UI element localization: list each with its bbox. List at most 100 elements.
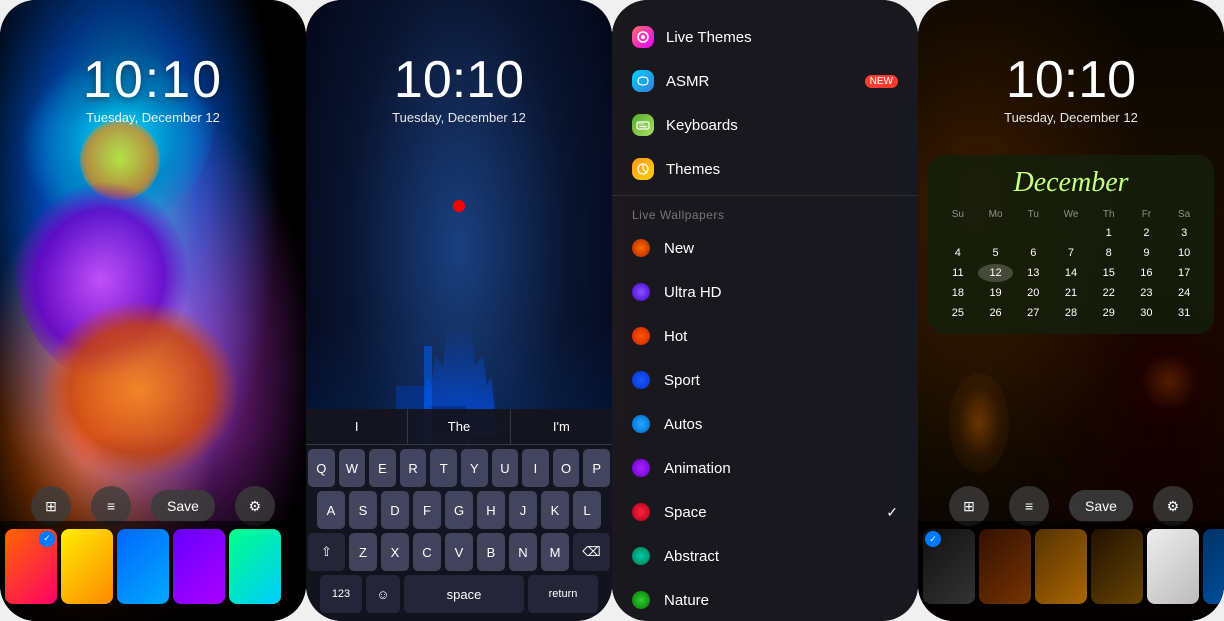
menu-item-animation[interactable]: Animation — [612, 446, 918, 490]
menu-item-autos[interactable]: Autos — [612, 402, 918, 446]
key-u[interactable]: U — [492, 449, 519, 487]
key-a[interactable]: A — [317, 491, 345, 529]
phone1-controls: ⊞ ≡ Save ⚙ — [0, 486, 306, 526]
key-n[interactable]: N — [509, 533, 537, 571]
key-t[interactable]: T — [430, 449, 457, 487]
gear-button-4[interactable]: ⚙ — [1153, 486, 1193, 526]
cal-cell-14: 14 — [1053, 264, 1089, 282]
cal-cell-12: 12 — [978, 264, 1014, 282]
key-o[interactable]: O — [553, 449, 580, 487]
menu-item-new[interactable]: New — [612, 226, 918, 270]
menu-item-keyboards[interactable]: Keyboards — [612, 103, 918, 147]
menu-item-abstract[interactable]: Abstract — [612, 534, 918, 578]
thumb-4[interactable] — [173, 529, 225, 604]
thumb-1[interactable]: ✓ — [5, 529, 57, 604]
key-s[interactable]: S — [349, 491, 377, 529]
key-j[interactable]: J — [509, 491, 537, 529]
grid-button-4[interactable]: ⊞ — [949, 486, 989, 526]
key-emoji[interactable]: ☺ — [366, 575, 400, 613]
key-h[interactable]: H — [477, 491, 505, 529]
keyboard: I The I'm Q W E R T Y U I O P A S D F — [306, 409, 612, 621]
key-w[interactable]: W — [339, 449, 366, 487]
save-button[interactable]: Save — [151, 490, 215, 522]
sport-label: Sport — [664, 372, 898, 389]
key-123[interactable]: 123 — [320, 575, 362, 613]
key-d[interactable]: D — [381, 491, 409, 529]
key-k[interactable]: K — [541, 491, 569, 529]
cal-cell-27: 27 — [1015, 304, 1051, 322]
ultrahd-label: Ultra HD — [664, 284, 898, 301]
thumb-3[interactable] — [117, 529, 169, 604]
nature-label: Nature — [664, 592, 898, 609]
key-return[interactable]: return — [528, 575, 598, 613]
cal-cell-1: 1 — [1091, 224, 1127, 242]
thumb-5[interactable] — [229, 529, 281, 604]
suggestion-1[interactable]: I — [306, 409, 408, 444]
cal-cell-9: 9 — [1129, 244, 1165, 262]
hot-label: Hot — [664, 328, 898, 345]
menu-item-themes[interactable]: Themes — [612, 147, 918, 191]
key-delete[interactable]: ⌫ — [573, 533, 610, 571]
phone4-time: 10:10 — [918, 50, 1224, 110]
cal-cell-31: 31 — [1166, 304, 1202, 322]
key-q[interactable]: Q — [308, 449, 335, 487]
cal-cell-2: 2 — [1129, 224, 1165, 242]
p4-thumb-1[interactable] — [923, 529, 975, 604]
gear-button[interactable]: ⚙ — [235, 486, 275, 526]
key-y[interactable]: Y — [461, 449, 488, 487]
key-f[interactable]: F — [413, 491, 441, 529]
cal-cell-10: 10 — [1166, 244, 1202, 262]
menu-item-space[interactable]: Space ✓ — [612, 490, 918, 534]
grid-button[interactable]: ⊞ — [31, 486, 71, 526]
keyboard-suggestions: I The I'm — [306, 409, 612, 445]
kb-row-2: A S D F G H J K L — [308, 491, 610, 529]
menu-item-live-themes[interactable]: Live Themes — [612, 15, 918, 59]
key-space[interactable]: space — [404, 575, 524, 613]
cal-cell-28: 28 — [1053, 304, 1089, 322]
animation-icon — [632, 459, 650, 477]
save-button-4[interactable]: Save — [1069, 490, 1133, 522]
phone-3: Live Themes ASMR NEW Keyboards Themes Li… — [612, 0, 918, 621]
menu-item-hot[interactable]: Hot — [612, 314, 918, 358]
keyboards-label: Keyboards — [666, 117, 898, 134]
menu-item-ultrahd[interactable]: Ultra HD — [612, 270, 918, 314]
list-button-4[interactable]: ≡ — [1009, 486, 1049, 526]
menu-item-asmr[interactable]: ASMR NEW — [612, 59, 918, 103]
abstract-label: Abstract — [664, 548, 898, 565]
key-m[interactable]: M — [541, 533, 569, 571]
cal-hdr-mo: Mo — [978, 207, 1014, 222]
key-l[interactable]: L — [573, 491, 601, 529]
menu-item-nature[interactable]: Nature — [612, 578, 918, 621]
key-b[interactable]: B — [477, 533, 505, 571]
p4-thumb-2[interactable] — [979, 529, 1031, 604]
key-r[interactable]: R — [400, 449, 427, 487]
key-c[interactable]: C — [413, 533, 441, 571]
suggestion-3[interactable]: I'm — [511, 409, 612, 444]
p4-thumb-4[interactable] — [1091, 529, 1143, 604]
cal-cell-26: 26 — [978, 304, 1014, 322]
cal-cell-29: 29 — [1091, 304, 1127, 322]
key-p[interactable]: P — [583, 449, 610, 487]
key-e[interactable]: E — [369, 449, 396, 487]
calendar-grid: Su Mo Tu We Th Fr Sa 1 2 3 4 5 6 7 8 9 1… — [940, 207, 1202, 322]
animation-label: Animation — [664, 460, 898, 477]
thumb-2[interactable] — [61, 529, 113, 604]
menu-item-sport[interactable]: Sport — [612, 358, 918, 402]
key-v[interactable]: V — [445, 533, 473, 571]
p4-thumb-6[interactable] — [1203, 529, 1224, 604]
key-i[interactable]: I — [522, 449, 549, 487]
live-themes-icon — [632, 26, 654, 48]
key-z[interactable]: Z — [349, 533, 377, 571]
list-button[interactable]: ≡ — [91, 486, 131, 526]
cal-cell-20: 20 — [1015, 284, 1051, 302]
suggestion-2[interactable]: The — [408, 409, 510, 444]
phone-1: 10:10 Tuesday, December 12 ⊞ ≡ Save ⚙ ✓ — [0, 0, 306, 621]
key-g[interactable]: G — [445, 491, 473, 529]
keyboards-icon — [632, 114, 654, 136]
p4-thumb-3[interactable] — [1035, 529, 1087, 604]
p4-thumb-5[interactable] — [1147, 529, 1199, 604]
key-x[interactable]: X — [381, 533, 409, 571]
key-shift[interactable]: ⇧ — [308, 533, 345, 571]
cal-cell-3: 3 — [1166, 224, 1202, 242]
autos-icon — [632, 415, 650, 433]
